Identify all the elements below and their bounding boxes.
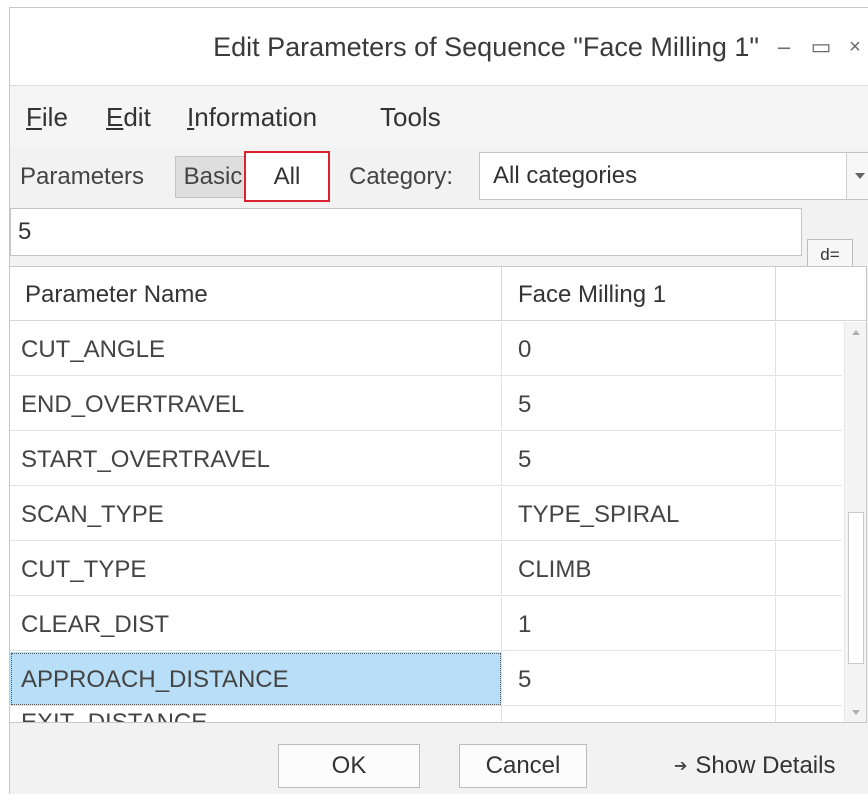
table-row[interactable]: START_OVERTRAVEL 5	[10, 432, 842, 487]
menu-information[interactable]: Information	[187, 87, 317, 147]
tab-basic[interactable]: Basic	[175, 156, 250, 198]
menu-edit-label: dit	[123, 102, 151, 132]
parameter-value-cell[interactable]: 1	[502, 597, 776, 651]
extra-cell	[776, 542, 842, 596]
menu-edit-mnemonic: E	[106, 102, 124, 132]
table-row[interactable]: EXIT_DISTANCE	[10, 695, 842, 722]
extra-cell	[776, 597, 842, 651]
menu-file[interactable]: File	[26, 87, 68, 147]
parameter-name-cell[interactable]: START_OVERTRAVEL	[10, 432, 502, 486]
scrollbar-thumb[interactable]	[848, 512, 864, 664]
extra-cell	[776, 432, 842, 486]
table-row[interactable]: CLEAR_DIST 1	[10, 597, 842, 652]
column-header-parameter-name[interactable]: Parameter Name	[10, 267, 502, 320]
table-scrollbar[interactable]	[844, 322, 866, 722]
title-bar[interactable]: Edit Parameters of Sequence "Face Millin…	[10, 8, 868, 86]
table-header: Parameter Name Face Milling 1	[10, 267, 866, 321]
menu-file-mnemonic: F	[26, 102, 42, 132]
show-details-label: Show Details	[695, 752, 836, 779]
menu-edit[interactable]: Edit	[106, 87, 151, 147]
table-row[interactable]: END_OVERTRAVEL 5	[10, 377, 842, 432]
parameters-toolbar: Parameters Basic All Category: All categ…	[10, 148, 868, 204]
parameters-table: Parameter Name Face Milling 1 CUT_ANGLE …	[9, 266, 867, 723]
parameter-value-cell[interactable]	[502, 695, 776, 722]
dialog-footer: OK Cancel ➔ Show Details	[10, 732, 868, 795]
cancel-button[interactable]: Cancel	[459, 744, 587, 788]
category-label: Category:	[349, 163, 454, 190]
parameter-value-input[interactable]	[10, 208, 802, 256]
menu-tools[interactable]: Tools	[380, 87, 441, 147]
table-row[interactable]: SCAN_TYPE TYPE_SPIRAL	[10, 487, 842, 542]
menu-tools-label: Tools	[380, 102, 441, 132]
window-title: Edit Parameters of Sequence "Face Millin…	[213, 32, 759, 62]
column-header-extra	[776, 267, 866, 320]
chevron-down-icon[interactable]	[846, 153, 868, 199]
parameter-name-cell[interactable]: CUT_ANGLE	[10, 322, 502, 376]
extra-cell	[776, 377, 842, 431]
category-selected-value: All categories	[493, 162, 638, 189]
parameter-name-cell[interactable]: CLEAR_DIST	[10, 597, 502, 651]
parameter-name-cell[interactable]: END_OVERTRAVEL	[10, 377, 502, 431]
parameter-value-cell[interactable]: CLIMB	[502, 542, 776, 596]
table-row[interactable]: CUT_ANGLE 0	[10, 322, 842, 377]
parameter-value-cell[interactable]: 5	[502, 377, 776, 431]
parameter-value-cell[interactable]: 5	[502, 432, 776, 486]
show-details-button[interactable]: ➔ Show Details	[674, 744, 835, 788]
maximize-icon[interactable]: ▭	[809, 32, 833, 62]
menu-bar: File Edit Information Tools	[10, 87, 868, 147]
tab-all[interactable]: All	[244, 151, 330, 202]
ok-button[interactable]: OK	[278, 744, 420, 788]
parameter-name-cell[interactable]: SCAN_TYPE	[10, 487, 502, 541]
column-header-face-milling-1[interactable]: Face Milling 1	[502, 267, 776, 320]
parameter-name-cell[interactable]: EXIT_DISTANCE	[10, 695, 502, 722]
arrow-right-icon: ➔	[674, 758, 688, 775]
parameter-value-cell[interactable]: 0	[502, 322, 776, 376]
close-icon[interactable]: ×	[843, 32, 867, 62]
extra-cell	[776, 322, 842, 376]
menu-information-label: nformation	[194, 102, 318, 132]
minimize-icon[interactable]: ‒	[772, 32, 796, 62]
parameters-label: Parameters	[20, 163, 145, 190]
menu-file-label: ile	[41, 102, 68, 132]
extra-cell	[776, 695, 842, 722]
scroll-down-icon[interactable]	[845, 701, 866, 722]
table-row[interactable]: CUT_TYPE CLIMB	[10, 542, 842, 597]
category-dropdown[interactable]: All categories	[479, 152, 868, 200]
parameter-name-cell[interactable]: CUT_TYPE	[10, 542, 502, 596]
scroll-up-icon[interactable]	[845, 322, 866, 344]
extra-cell	[776, 487, 842, 541]
parameter-value-cell[interactable]: TYPE_SPIRAL	[502, 487, 776, 541]
